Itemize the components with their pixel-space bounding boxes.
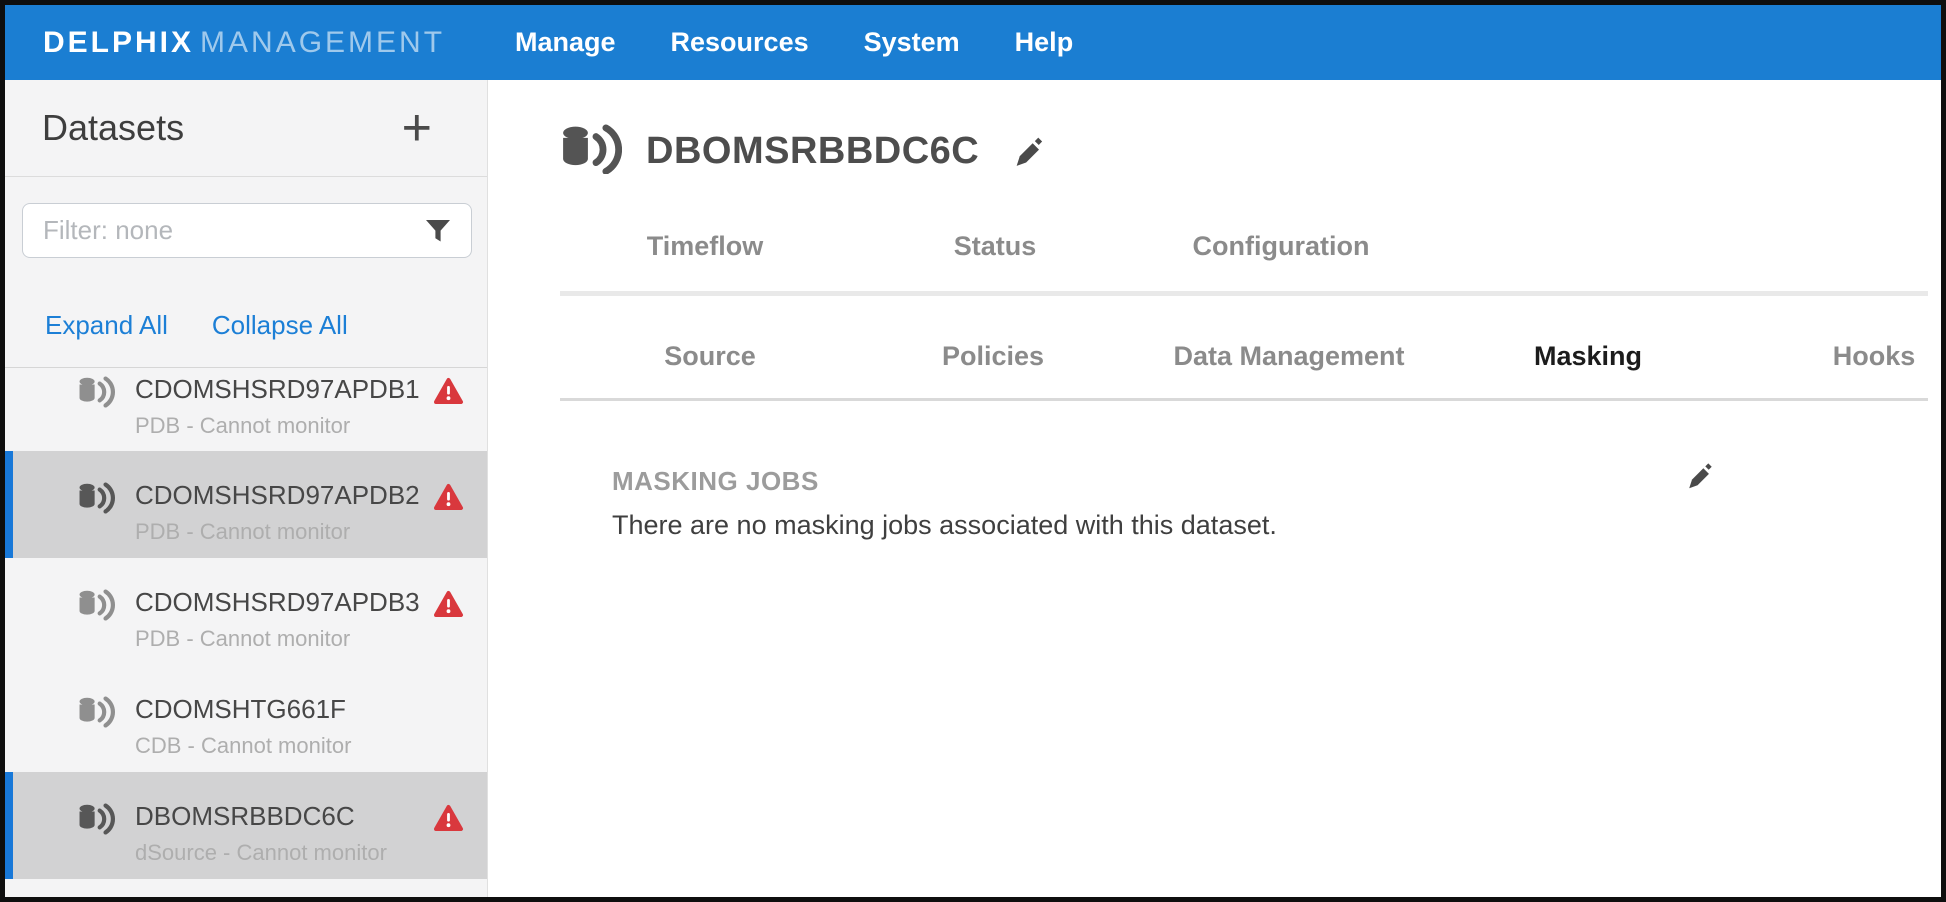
nav-item-help[interactable]: Help — [1015, 27, 1074, 58]
tree-controls: Expand All Collapse All — [45, 310, 487, 341]
expand-all-link[interactable]: Expand All — [45, 310, 168, 341]
datasets-sidebar: Datasets + Expand All Collapse All — [5, 80, 488, 897]
dataset-name: CDOMSHSRD97APDB1 — [135, 375, 420, 403]
sidebar-header: Datasets + — [5, 80, 487, 177]
dataset-name: CDOMSHSRD97APDB2 — [135, 481, 420, 509]
primary-tabs-divider — [560, 291, 1928, 296]
delphix-logo: DELPHIXMANAGEMENT — [43, 26, 515, 60]
dataset-row[interactable]: DBOMSRBBDC6C dSource - Cannot monitor — [5, 772, 487, 879]
dsource-db-icon — [77, 589, 119, 626]
masking-jobs-heading: MASKING JOBS — [612, 466, 819, 497]
nav-menu: Manage Resources System Help — [515, 27, 1073, 58]
dataset-row[interactable]: CDOMSHTG661F CDB - Cannot monitor — [5, 665, 487, 772]
tab-configuration[interactable]: Configuration — [1193, 231, 1370, 262]
edit-masking-pencil-icon[interactable] — [1686, 461, 1716, 496]
dataset-name: CDOMSHTG661F — [135, 695, 351, 723]
tab-masking[interactable]: Masking — [1534, 341, 1642, 372]
dataset-status: CDB - Cannot monitor — [135, 733, 351, 759]
dataset-name: CDOMSHSRD97APDB3 — [135, 588, 420, 616]
dataset-row[interactable]: CDOMSHSRD97APDB2 PDB - Cannot monitor — [5, 451, 487, 558]
warning-triangle-icon — [433, 483, 464, 516]
brand-secondary: MANAGEMENT — [200, 26, 445, 59]
filter-box[interactable] — [22, 203, 472, 258]
dataset-name: DBOMSRBBDC6C — [135, 802, 387, 830]
page-title: DBOMSRBBDC6C — [646, 130, 979, 173]
tab-status[interactable]: Status — [954, 231, 1037, 262]
masking-empty-message: There are no masking jobs associated wit… — [612, 510, 1277, 541]
collapse-all-link[interactable]: Collapse All — [212, 310, 348, 341]
sidebar-title: Datasets — [42, 107, 184, 149]
warning-triangle-icon — [433, 804, 464, 837]
nav-item-manage[interactable]: Manage — [515, 27, 616, 58]
tab-hooks[interactable]: Hooks — [1833, 341, 1916, 372]
edit-title-pencil-icon[interactable] — [1013, 135, 1047, 174]
nav-item-resources[interactable]: Resources — [671, 27, 809, 58]
dataset-status: dSource - Cannot monitor — [135, 840, 387, 866]
filter-funnel-icon[interactable] — [425, 219, 451, 243]
warning-triangle-icon — [433, 590, 464, 623]
tab-source[interactable]: Source — [664, 341, 756, 372]
dataset-status: PDB - Cannot monitor — [135, 519, 420, 545]
tab-data-management[interactable]: Data Management — [1173, 341, 1404, 372]
filter-input[interactable] — [43, 215, 425, 246]
dataset-row[interactable]: CDOMSHSRD97APDB3 PDB - Cannot monitor — [5, 558, 487, 665]
dsource-db-icon — [77, 376, 119, 413]
brand-primary: DELPHIX — [43, 26, 194, 59]
dataset-status: PDB - Cannot monitor — [135, 626, 420, 652]
dataset-status: PDB - Cannot monitor — [135, 413, 420, 439]
tab-policies[interactable]: Policies — [942, 341, 1044, 372]
dsource-db-icon — [77, 696, 119, 733]
top-nav-bar: DELPHIXMANAGEMENT Manage Resources Syste… — [5, 5, 1941, 80]
dsource-db-icon — [77, 482, 119, 519]
dsource-db-icon — [77, 803, 119, 840]
dataset-row[interactable]: CDOMSHSRD97APDB1 PDB - Cannot monitor — [5, 368, 487, 451]
dataset-detail-panel: DBOMSRBBDC6C Timeflow Status Configurati… — [488, 80, 1941, 897]
nav-item-system[interactable]: System — [864, 27, 960, 58]
warning-triangle-icon — [433, 377, 464, 410]
tab-timeflow[interactable]: Timeflow — [647, 231, 764, 262]
add-dataset-button[interactable]: + — [402, 108, 432, 148]
secondary-tabs-divider — [560, 398, 1928, 401]
dsource-db-icon — [560, 124, 622, 179]
